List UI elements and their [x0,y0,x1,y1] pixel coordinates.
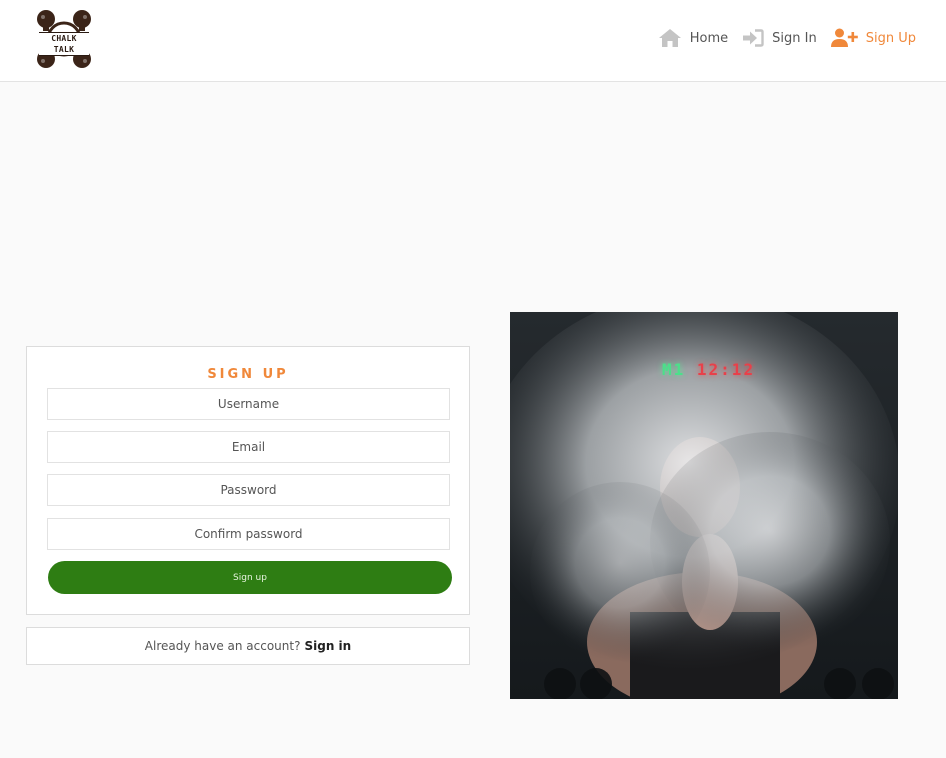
gym-timer: M1 12:12 [662,360,755,379]
nav-sign-up-label: Sign Up [865,30,916,46]
nav-sign-in[interactable]: Sign In [742,29,817,47]
home-icon [658,28,682,48]
logo[interactable]: CHALK TALK [34,9,94,69]
signin-prompt-text: Already have an account? [144,639,301,653]
sign-in-icon [742,29,764,47]
navbar: CHALK TALK Home Sign In Sign Up [0,0,946,82]
signup-title: SIGN UP [207,367,289,382]
nav-home[interactable]: Home [658,28,728,48]
main-nav: Home Sign In Sign Up [658,24,916,52]
nav-home-label: Home [689,30,729,46]
signup-button[interactable]: Sign up [48,561,452,594]
signin-link[interactable]: Sign in [304,639,351,653]
email-input[interactable] [47,431,450,463]
signup-card: SIGN UP Sign up [26,346,470,615]
signin-prompt: Already have an account? Sign in [26,627,470,665]
hero-photo: M1 12:12 [510,312,898,699]
nav-sign-up[interactable]: Sign Up [830,28,916,48]
timer-seconds: 12:12 [696,360,756,379]
timer-minutes: M1 [662,360,686,379]
nav-sign-in-label: Sign In [772,30,817,46]
logo-text: CHALK TALK [39,32,89,56]
password-input[interactable] [47,474,450,506]
confirm-password-input[interactable] [47,518,450,550]
username-input[interactable] [47,388,450,420]
user-plus-icon [830,28,858,48]
